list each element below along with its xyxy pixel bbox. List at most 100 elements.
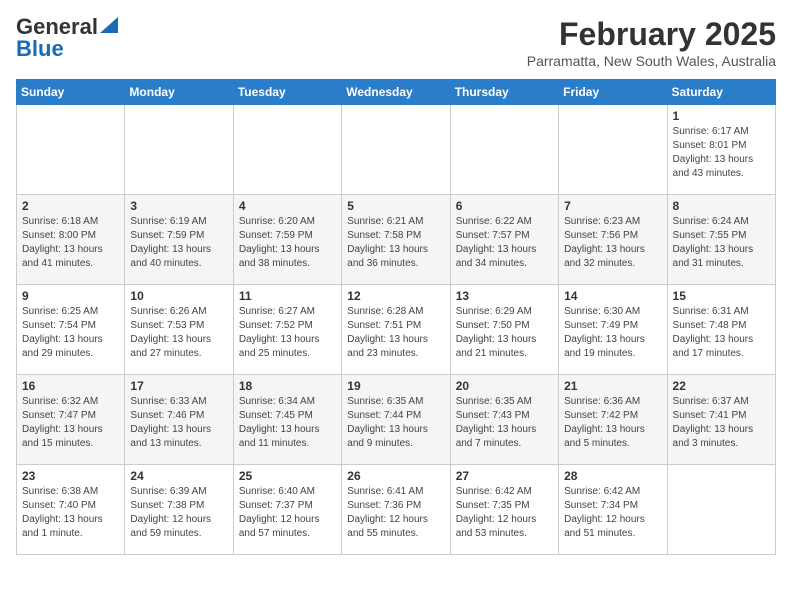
day-info: Sunrise: 6:39 AM Sunset: 7:38 PM Dayligh… [130,485,227,541]
calendar-cell: 18 Sunrise: 6:34 AM Sunset: 7:45 PM Dayli… [233,375,341,465]
weekday-header-friday: Friday [559,80,667,105]
calendar-cell: 11 Sunrise: 6:27 AM Sunset: 7:52 PM Dayli… [233,285,341,375]
day-info: Sunrise: 6:24 AM Sunset: 7:55 PM Dayligh… [673,215,770,271]
logo-blue: Blue [16,38,64,60]
day-number: 5 [347,199,444,213]
calendar-cell [17,105,125,195]
day-info: Sunrise: 6:27 AM Sunset: 7:52 PM Dayligh… [239,305,336,361]
day-number: 4 [239,199,336,213]
calendar-cell: 3 Sunrise: 6:19 AM Sunset: 7:59 PM Daylig… [125,195,233,285]
day-number: 20 [456,379,553,393]
day-info: Sunrise: 6:18 AM Sunset: 8:00 PM Dayligh… [22,215,119,271]
calendar-cell [450,105,558,195]
day-number: 10 [130,289,227,303]
calendar-cell: 23 Sunrise: 6:38 AM Sunset: 7:40 PM Dayli… [17,465,125,555]
day-number: 6 [456,199,553,213]
weekday-header-monday: Monday [125,80,233,105]
week-row-1: 1Sunrise: 6:17 AM Sunset: 8:01 PM Daylig… [17,105,776,195]
calendar-table: SundayMondayTuesdayWednesdayThursdayFrid… [16,79,776,555]
calendar-cell: 2 Sunrise: 6:18 AM Sunset: 8:00 PM Daylig… [17,195,125,285]
calendar-cell: 12Sunrise: 6:28 AM Sunset: 7:51 PM Dayli… [342,285,450,375]
day-number: 13 [456,289,553,303]
day-number: 9 [22,289,119,303]
day-info: Sunrise: 6:19 AM Sunset: 7:59 PM Dayligh… [130,215,227,271]
week-row-5: 23 Sunrise: 6:38 AM Sunset: 7:40 PM Dayli… [17,465,776,555]
month-title: February 2025 [527,16,776,53]
calendar-cell: 10 Sunrise: 6:26 AM Sunset: 7:53 PM Dayli… [125,285,233,375]
day-number: 15 [673,289,770,303]
day-info: Sunrise: 6:17 AM Sunset: 8:01 PM Dayligh… [673,125,770,181]
calendar-cell: 19 Sunrise: 6:35 AM Sunset: 7:44 PM Dayli… [342,375,450,465]
calendar-cell: 26 Sunrise: 6:41 AM Sunset: 7:36 PM Dayli… [342,465,450,555]
day-info: Sunrise: 6:42 AM Sunset: 7:34 PM Dayligh… [564,485,661,541]
calendar-cell [667,465,775,555]
calendar-cell: 13 Sunrise: 6:29 AM Sunset: 7:50 PM Dayli… [450,285,558,375]
day-number: 28 [564,469,661,483]
calendar-cell [233,105,341,195]
calendar-cell [342,105,450,195]
day-number: 23 [22,469,119,483]
day-info: Sunrise: 6:38 AM Sunset: 7:40 PM Dayligh… [22,485,119,541]
weekday-header-saturday: Saturday [667,80,775,105]
weekday-header-thursday: Thursday [450,80,558,105]
day-info: Sunrise: 6:25 AM Sunset: 7:54 PM Dayligh… [22,305,119,361]
calendar-cell: 9 Sunrise: 6:25 AM Sunset: 7:54 PM Daylig… [17,285,125,375]
title-block: February 2025 Parramatta, New South Wale… [527,16,776,69]
calendar-cell: 27Sunrise: 6:42 AM Sunset: 7:35 PM Dayli… [450,465,558,555]
day-info: Sunrise: 6:34 AM Sunset: 7:45 PM Dayligh… [239,395,336,451]
calendar-cell: 24 Sunrise: 6:39 AM Sunset: 7:38 PM Dayli… [125,465,233,555]
calendar-cell: 22Sunrise: 6:37 AM Sunset: 7:41 PM Dayli… [667,375,775,465]
calendar-cell: 21 Sunrise: 6:36 AM Sunset: 7:42 PM Dayli… [559,375,667,465]
week-row-4: 16Sunrise: 6:32 AM Sunset: 7:47 PM Dayli… [17,375,776,465]
day-info: Sunrise: 6:23 AM Sunset: 7:56 PM Dayligh… [564,215,661,271]
calendar-cell: 8Sunrise: 6:24 AM Sunset: 7:55 PM Daylig… [667,195,775,285]
day-info: Sunrise: 6:20 AM Sunset: 7:59 PM Dayligh… [239,215,336,271]
calendar-cell: 20 Sunrise: 6:35 AM Sunset: 7:43 PM Dayli… [450,375,558,465]
day-info: Sunrise: 6:42 AM Sunset: 7:35 PM Dayligh… [456,485,553,541]
calendar-cell: 15 Sunrise: 6:31 AM Sunset: 7:48 PM Dayli… [667,285,775,375]
day-number: 16 [22,379,119,393]
calendar-cell: 28 Sunrise: 6:42 AM Sunset: 7:34 PM Dayli… [559,465,667,555]
day-number: 2 [22,199,119,213]
day-info: Sunrise: 6:29 AM Sunset: 7:50 PM Dayligh… [456,305,553,361]
day-number: 18 [239,379,336,393]
day-info: Sunrise: 6:21 AM Sunset: 7:58 PM Dayligh… [347,215,444,271]
week-row-3: 9 Sunrise: 6:25 AM Sunset: 7:54 PM Daylig… [17,285,776,375]
day-number: 22 [673,379,770,393]
page-header: General Blue February 2025 Parramatta, N… [16,16,776,69]
calendar-cell: 6 Sunrise: 6:22 AM Sunset: 7:57 PM Daylig… [450,195,558,285]
day-number: 14 [564,289,661,303]
calendar-cell: 1Sunrise: 6:17 AM Sunset: 8:01 PM Daylig… [667,105,775,195]
calendar-cell: 17 Sunrise: 6:33 AM Sunset: 7:46 PM Dayli… [125,375,233,465]
day-info: Sunrise: 6:40 AM Sunset: 7:37 PM Dayligh… [239,485,336,541]
day-info: Sunrise: 6:35 AM Sunset: 7:43 PM Dayligh… [456,395,553,451]
day-info: Sunrise: 6:33 AM Sunset: 7:46 PM Dayligh… [130,395,227,451]
week-row-2: 2 Sunrise: 6:18 AM Sunset: 8:00 PM Daylig… [17,195,776,285]
day-info: Sunrise: 6:36 AM Sunset: 7:42 PM Dayligh… [564,395,661,451]
calendar-cell: 25 Sunrise: 6:40 AM Sunset: 7:37 PM Dayli… [233,465,341,555]
day-number: 19 [347,379,444,393]
day-number: 17 [130,379,227,393]
day-info: Sunrise: 6:35 AM Sunset: 7:44 PM Dayligh… [347,395,444,451]
calendar-cell: 5 Sunrise: 6:21 AM Sunset: 7:58 PM Daylig… [342,195,450,285]
day-info: Sunrise: 6:31 AM Sunset: 7:48 PM Dayligh… [673,305,770,361]
calendar-cell: 7Sunrise: 6:23 AM Sunset: 7:56 PM Daylig… [559,195,667,285]
day-number: 21 [564,379,661,393]
weekday-header-wednesday: Wednesday [342,80,450,105]
logo: General Blue [16,16,118,60]
weekday-header-sunday: Sunday [17,80,125,105]
logo-arrow-icon [100,17,118,33]
calendar-cell: 14Sunrise: 6:30 AM Sunset: 7:49 PM Dayli… [559,285,667,375]
day-number: 11 [239,289,336,303]
calendar-cell: 16Sunrise: 6:32 AM Sunset: 7:47 PM Dayli… [17,375,125,465]
day-number: 25 [239,469,336,483]
day-info: Sunrise: 6:41 AM Sunset: 7:36 PM Dayligh… [347,485,444,541]
day-number: 3 [130,199,227,213]
day-info: Sunrise: 6:26 AM Sunset: 7:53 PM Dayligh… [130,305,227,361]
calendar-cell: 4 Sunrise: 6:20 AM Sunset: 7:59 PM Daylig… [233,195,341,285]
calendar-cell [559,105,667,195]
day-number: 24 [130,469,227,483]
day-info: Sunrise: 6:22 AM Sunset: 7:57 PM Dayligh… [456,215,553,271]
day-number: 26 [347,469,444,483]
weekday-header-row: SundayMondayTuesdayWednesdayThursdayFrid… [17,80,776,105]
